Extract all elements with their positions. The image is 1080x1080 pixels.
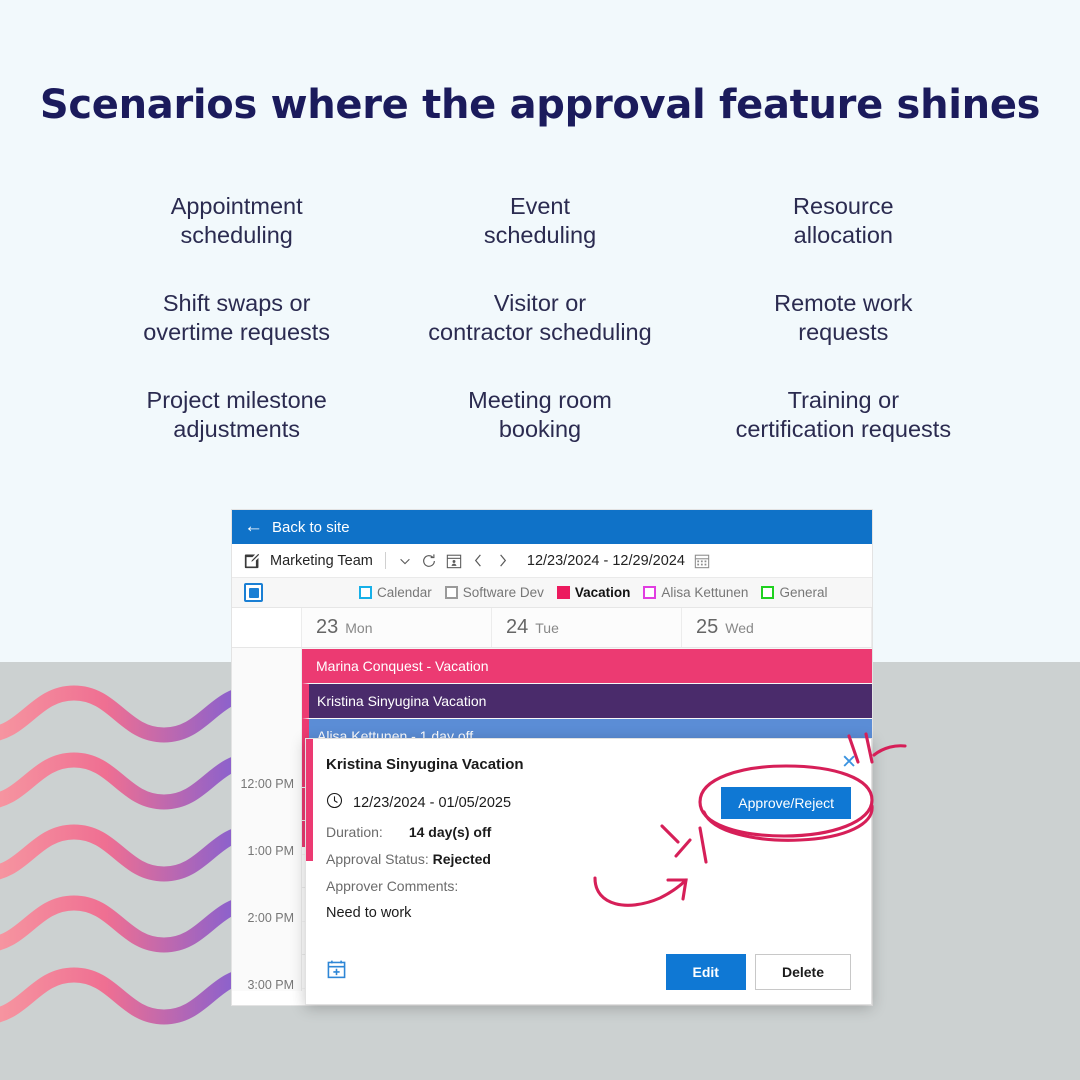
day-header-row: 23 Mon 24 Tue 25 Wed xyxy=(232,608,872,648)
status-badge: Rejected xyxy=(432,851,491,867)
day-name: Mon xyxy=(345,619,373,636)
delete-button[interactable]: Delete xyxy=(754,954,851,990)
legend-item-alisa-kettunen[interactable]: Alisa Kettunen xyxy=(643,585,748,600)
edit-button[interactable]: Edit xyxy=(665,954,746,990)
page-title: Scenarios where the approval feature shi… xyxy=(39,82,1041,128)
legend-item-software-dev[interactable]: Software Dev xyxy=(444,585,544,600)
feature-item: Shift swaps or overtime requests xyxy=(143,290,331,345)
wave-pattern xyxy=(0,685,254,1025)
chevron-down-icon[interactable] xyxy=(398,554,412,568)
time-label: 2:00 PM xyxy=(247,911,294,925)
select-all-checkbox[interactable] xyxy=(244,583,263,602)
popup-accent-bar xyxy=(306,739,313,861)
time-gutter: 12:00 PM 1:00 PM 2:00 PM 3:00 PM xyxy=(232,753,302,992)
popup-status-row: Approval Status: Rejected xyxy=(326,851,851,867)
day-number: 25 xyxy=(696,616,719,638)
arrow-left-icon[interactable]: ← xyxy=(244,517,263,536)
legend-item-calendar[interactable]: Calendar xyxy=(359,585,432,600)
toolbar-divider xyxy=(384,552,386,569)
feature-grid: Appointment scheduling Event scheduling … xyxy=(90,190,990,481)
day-column-header[interactable]: 24 Tue xyxy=(492,608,682,647)
feature-item: Training or certification requests xyxy=(735,387,952,442)
back-to-site-link[interactable]: Back to site xyxy=(272,519,350,536)
comments-label: Approver Comments: xyxy=(326,878,459,894)
calendar-icon[interactable] xyxy=(694,553,710,569)
gutter-corner xyxy=(232,608,302,647)
time-label: 12:00 PM xyxy=(240,777,294,791)
popup-action-buttons: Edit Delete xyxy=(665,954,851,990)
legend-label: Software Dev xyxy=(462,585,544,600)
duration-label: Duration: xyxy=(326,824,383,840)
checkbox-icon[interactable] xyxy=(761,586,775,599)
popup-footer: Edit Delete xyxy=(326,954,851,990)
chevron-left-icon[interactable] xyxy=(471,553,486,568)
close-icon[interactable]: ✕ xyxy=(841,753,857,772)
approve-reject-button[interactable]: Approve/Reject xyxy=(721,787,851,819)
checkbox-icon[interactable] xyxy=(643,586,657,599)
popup-title: Kristina Sinyugina Vacation xyxy=(326,756,524,773)
legend-label: General xyxy=(779,585,828,600)
comments-value: Need to work xyxy=(326,905,412,921)
feature-item: Resource allocation xyxy=(793,193,894,248)
feature-item: Visitor or contractor scheduling xyxy=(428,290,652,345)
popup-duration-row: Duration: 14 day(s) off xyxy=(326,824,851,840)
poster-canvas: Scenarios where the approval feature shi… xyxy=(0,0,1080,1080)
day-number: 23 xyxy=(316,616,339,638)
legend-label: Calendar xyxy=(377,585,432,600)
checkbox-icon[interactable] xyxy=(359,586,372,599)
app-topbar: ← Back to site xyxy=(232,510,872,544)
all-day-gutter xyxy=(232,648,302,753)
calendar-person-icon[interactable] xyxy=(446,553,462,569)
legend-label: Alisa Kettunen xyxy=(661,585,749,600)
popup-date-range: 12/23/2024 - 01/05/2025 xyxy=(353,794,512,811)
status-label: Approval Status: xyxy=(326,851,429,867)
feature-item: Project milestone adjustments xyxy=(146,387,327,442)
time-label: 1:00 PM xyxy=(247,844,294,858)
time-label: 3:00 PM xyxy=(247,978,294,992)
pencil-square-icon[interactable] xyxy=(244,552,261,569)
legend-item-general[interactable]: General xyxy=(761,585,827,600)
checkbox-icon[interactable] xyxy=(444,586,458,599)
day-column-header[interactable]: 23 Mon xyxy=(302,608,492,647)
event-bar[interactable]: Marina Conquest - Vacation xyxy=(302,648,872,683)
day-number: 24 xyxy=(506,616,529,638)
feature-item: Appointment scheduling xyxy=(170,193,303,248)
day-column-header[interactable]: 25 Wed xyxy=(682,608,872,647)
app-toolbar: Marketing Team 12/23/2024 - 12/29/2024 xyxy=(232,544,872,578)
feature-item: Meeting room booking xyxy=(468,387,612,442)
legend-label: Vacation xyxy=(574,585,631,600)
duration-value: 14 day(s) off xyxy=(408,824,492,840)
event-bar[interactable]: Kristina Sinyugina Vacation xyxy=(302,683,872,718)
date-range-label: 12/23/2024 - 12/29/2024 xyxy=(526,552,685,569)
day-name: Wed xyxy=(725,619,754,636)
calendar-plus-icon[interactable] xyxy=(326,959,347,985)
refresh-icon[interactable] xyxy=(421,553,437,569)
popup-comments-label-row: Approver Comments: xyxy=(326,878,851,894)
calendar-legend-bar: Calendar Software Dev Vacation Alisa Ket… xyxy=(232,578,872,608)
chevron-right-icon[interactable] xyxy=(495,553,510,568)
calendar-name-label: Marketing Team xyxy=(270,552,373,569)
clock-icon xyxy=(326,792,343,813)
day-name: Tue xyxy=(535,619,559,636)
event-detail-popup: Kristina Sinyugina Vacation ✕ 12/23/2024… xyxy=(305,738,872,1005)
feature-item: Remote work requests xyxy=(774,290,913,345)
legend-item-vacation[interactable]: Vacation xyxy=(556,585,631,600)
checkbox-icon[interactable] xyxy=(556,586,570,599)
feature-item: Event scheduling xyxy=(483,193,597,248)
